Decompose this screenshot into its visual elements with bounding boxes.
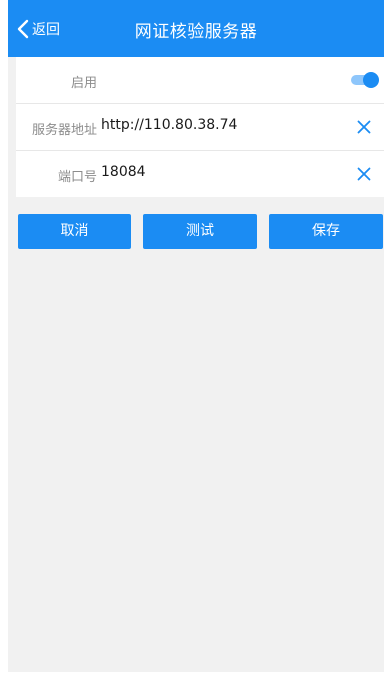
port-row: 端口号 18084 [16, 151, 384, 197]
clear-port-icon[interactable] [357, 166, 371, 181]
server-address-input[interactable]: http://110.80.38.74 [101, 117, 237, 133]
enable-row: 启用 [16, 57, 384, 104]
port-label: 端口号 [57, 170, 97, 185]
server-address-row: 服务器地址 http://110.80.38.74 [16, 104, 384, 151]
toggle-thumb [363, 72, 379, 88]
action-bar: 取消 测试 保存 [18, 214, 384, 249]
clear-server-address-icon[interactable] [357, 119, 371, 134]
page-title: 网证核验服务器 [134, 22, 258, 42]
enable-toggle[interactable] [351, 72, 379, 88]
port-input[interactable]: 18084 [101, 164, 146, 180]
test-button[interactable]: 测试 [143, 214, 257, 249]
cancel-button[interactable]: 取消 [18, 214, 131, 249]
enable-label: 启用 [70, 76, 97, 91]
screen: 返回 网证核验服务器 启用 服务器地址 http://110.80.38.74 … [8, 0, 384, 672]
settings-panel: 启用 服务器地址 http://110.80.38.74 端口号 18084 [16, 57, 384, 197]
server-address-label: 服务器地址 [31, 123, 97, 138]
save-button[interactable]: 保存 [269, 214, 383, 249]
top-bar: 返回 网证核验服务器 [8, 0, 384, 57]
